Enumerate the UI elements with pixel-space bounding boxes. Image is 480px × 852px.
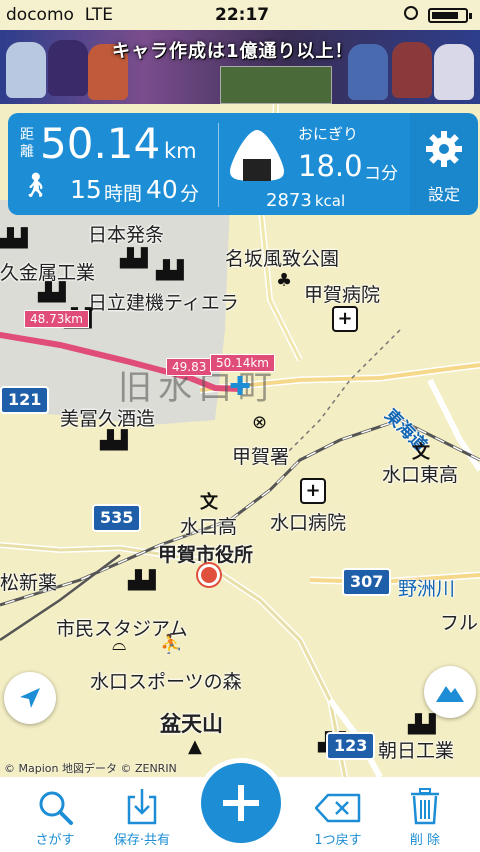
banner-character-image	[348, 44, 388, 100]
food-unit: コ分	[364, 164, 398, 184]
road-badge-121: 121	[0, 386, 50, 414]
distance-label: 距離	[20, 127, 34, 160]
map-label-furu: フル	[440, 612, 479, 634]
route-distance-marker: 50.14km	[210, 354, 275, 372]
carrier-label: docomo LTE	[6, 5, 113, 25]
map-label-bentenyama: 盆天山	[160, 712, 223, 736]
banner-character-image	[434, 44, 474, 100]
distance-value: 50.14	[40, 119, 161, 168]
map-label-shinyaku: 松新薬	[0, 572, 58, 594]
food-label: おにぎり	[298, 125, 359, 143]
park-tree-icon: ♣	[276, 270, 293, 291]
map-label-koka-hospital: 甲賀病院	[304, 284, 381, 306]
map-label-sports-forest: 水口スポーツの森	[90, 671, 242, 693]
trash-icon	[411, 788, 439, 825]
add-point-button[interactable]	[196, 758, 286, 848]
map-label-minakuchi-hospital: 水口病院	[270, 512, 347, 534]
location-arrow-icon	[20, 688, 40, 708]
calories-row: 2873 kcal	[266, 190, 345, 211]
settings-label: 設定	[427, 185, 460, 204]
factory-icon: ▟▟	[128, 570, 156, 591]
map-label-city-hall: 甲賀市役所	[158, 544, 254, 566]
elevation-button[interactable]	[424, 666, 476, 718]
walk-time-hours: 15	[70, 175, 102, 204]
walk-time-minutes: 40	[146, 175, 178, 204]
backspace-icon	[314, 793, 361, 823]
stats-card: 距離 50.14 km 🚶︎ 15 時間 40 分 おにぎり 18.0 コ分 2…	[8, 113, 410, 215]
factory-icon: ▟▟	[408, 714, 436, 735]
calories-value: 2873	[266, 190, 312, 211]
walking-person-icon: 🚶︎	[20, 171, 51, 199]
undo-label: 1つ戻す	[314, 833, 362, 848]
factory-icon: ▟▟	[156, 260, 184, 281]
road-badge-535: 535	[92, 504, 142, 532]
map-attribution: © Mapion 地図データ © ZENRIN	[4, 762, 177, 775]
clock: 22:17	[215, 5, 270, 25]
mountain-peak-icon: ▲	[188, 736, 202, 757]
download-icon	[127, 789, 157, 825]
save-share-label: 保存·共有	[113, 833, 171, 848]
police-icon: ⊗	[252, 412, 268, 433]
sports-icon: ⛹	[160, 634, 183, 655]
map-label-mitomi: 美冨久酒造	[60, 408, 156, 430]
route-end-crosshair-icon[interactable]: ✚	[228, 374, 252, 400]
rotation-lock-icon	[404, 6, 418, 20]
route-distance-marker: 49.83	[166, 358, 213, 376]
banner-headline: キャラ作成は1億通り以上！	[112, 41, 354, 62]
delete-label: 削 除	[409, 833, 441, 848]
current-location-button[interactable]	[4, 672, 56, 724]
search-button[interactable]: さがす	[15, 777, 95, 852]
map-label-kyu-kinzoku: 久金属工業	[0, 262, 96, 284]
undo-button[interactable]: 1つ戻す	[298, 777, 378, 852]
calories-unit: kcal	[314, 192, 346, 210]
walk-time-minutes-unit: 分	[180, 183, 200, 205]
route-distance-marker: 48.73km	[24, 310, 89, 328]
banner-scene-image	[220, 66, 332, 104]
stadium-icon: ⌓	[112, 634, 127, 655]
school-icon: 文	[412, 442, 430, 463]
battery-icon	[428, 8, 472, 23]
road-badge-123: 123	[326, 732, 376, 760]
factory-icon: ▟▟	[100, 430, 128, 451]
city-hall-icon	[198, 564, 220, 586]
factory-icon: ▟▟	[0, 228, 28, 249]
plus-icon	[223, 785, 259, 821]
map-label-nasaka: 名坂風致公園	[225, 248, 340, 270]
map-label-hitachi: 日立建機ティエラ	[88, 292, 239, 314]
hospital-icon: +	[300, 478, 326, 504]
factory-icon: ▟▟	[120, 248, 148, 269]
banner-character-image	[392, 42, 432, 98]
map-label-koka-police: 甲賀署	[232, 446, 290, 468]
walk-time-hours-unit: 時間	[104, 183, 143, 205]
ad-banner[interactable]: キャラ作成は1億通り以上！	[0, 30, 480, 104]
mountain-icon	[436, 686, 464, 702]
search-label: さがす	[35, 833, 75, 848]
map-label-asahi: 朝日工業	[378, 740, 455, 762]
save-share-button[interactable]: 保存·共有	[102, 777, 182, 852]
onigiri-icon	[230, 130, 284, 181]
factory-icon: ▟▟	[38, 282, 66, 303]
road-badge-307: 307	[342, 568, 392, 596]
distance-unit: km	[164, 139, 197, 163]
banner-character-image	[48, 40, 88, 96]
hospital-icon: +	[332, 306, 358, 332]
map-label-minakuchi-higashi: 水口東高	[382, 464, 459, 486]
map-label-nihon-hakko: 日本発条	[88, 224, 165, 246]
map-label-yasugawa: 野洲川	[398, 578, 456, 600]
delete-button[interactable]: 削 除	[385, 777, 465, 852]
school-icon: 文	[200, 492, 218, 513]
gear-icon	[426, 131, 462, 167]
food-value: 18.0	[298, 149, 363, 183]
settings-button[interactable]: 設定	[410, 113, 478, 215]
status-bar: docomo LTE 22:17	[0, 0, 480, 30]
card-divider	[218, 123, 219, 207]
map-label-minakuchi-high: 水口高	[180, 516, 238, 538]
banner-character-image	[6, 42, 46, 98]
search-icon	[39, 791, 73, 825]
